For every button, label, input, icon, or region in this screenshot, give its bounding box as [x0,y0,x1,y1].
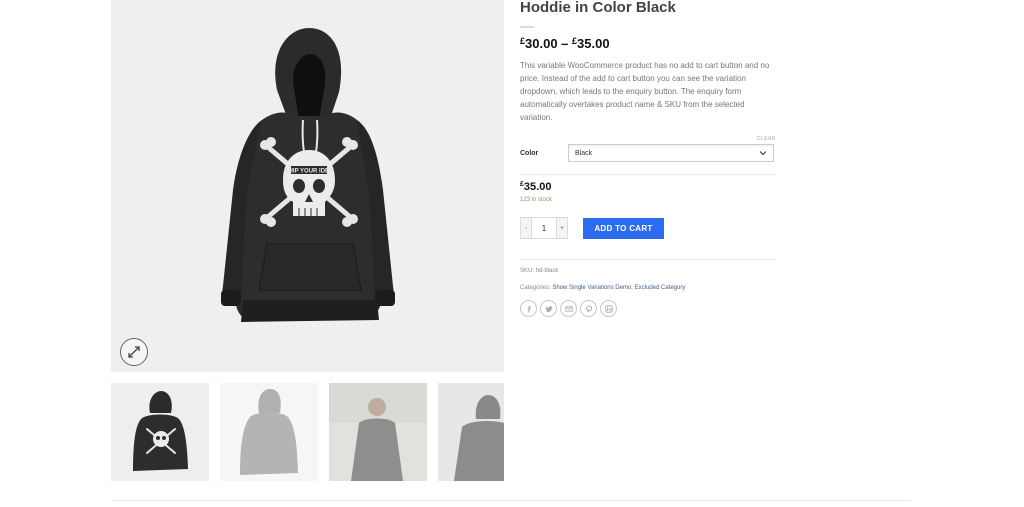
categories-line: Categories: Show Single Variations Demo,… [520,283,776,294]
quantity-plus-button[interactable]: + [557,218,567,238]
thumbnail-grey-hoodie[interactable] [220,383,318,481]
product-title: Hoddie in Color Black [520,0,676,16]
thumbnail-model-photo[interactable] [329,383,427,481]
thumbnail-model-image [329,383,427,481]
variation-price-amount: 35.00 [523,181,552,193]
chevron-down-icon [759,151,767,156]
sku-value: hd-black [535,268,559,274]
share-twitter-button[interactable] [540,300,557,317]
color-select-value: Black [575,149,593,157]
share-facebook-button[interactable] [520,300,537,317]
clear-variation-link[interactable]: CLEAR [520,136,776,142]
add-to-cart-row: - 1 + ADD TO CART [520,217,776,239]
share-email-button[interactable] [560,300,577,317]
variation-price: £35.00 [520,181,776,193]
quantity-minus-button[interactable]: - [521,218,531,238]
price-range: £30.00 – £35.00 [520,36,776,51]
sku-line: SKU: hd-black [520,266,776,277]
hoodie-image: SHIP YOUR IDEA [221,28,395,322]
divider-2 [520,259,776,260]
product-meta: SKU: hd-black Categories: Show Single Va… [520,266,776,294]
share-pinterest-button[interactable] [580,300,597,317]
variation-row: Color Black [520,144,776,162]
quantity-stepper: - 1 + [520,217,568,239]
pinterest-icon [585,304,592,312]
color-select[interactable]: Black [568,144,774,162]
sku-label: SKU: [520,268,535,274]
linkedin-icon [604,304,613,313]
share-linkedin-button[interactable] [600,300,617,317]
product-description: This variable WooCommerce product has no… [520,61,770,122]
twitter-icon [544,305,552,312]
product-summary: Hoddie in Color Black £30.00 – £35.00 Th… [520,0,776,317]
title-divider [520,26,534,28]
price-low: 30.00 [525,36,558,51]
add-to-cart-button[interactable]: ADD TO CART [583,217,664,239]
share-icons [520,300,776,317]
product-main-image[interactable]: SHIP YOUR IDEA [111,0,504,372]
category-link-single-variations[interactable]: Show Single Variations Demo [552,285,631,291]
divider [520,174,776,175]
thumbnail-model-image-2 [454,395,504,481]
email-icon [564,305,573,312]
category-link-excluded[interactable]: Excluded Category [635,285,686,291]
footer-divider [111,500,911,501]
price-high: 35.00 [577,36,610,51]
thumbnail-black-hoodie[interactable] [111,383,209,481]
categories-label: Categories: [520,285,551,291]
expand-icon [128,346,140,358]
price-dash: – [557,36,573,51]
hoodie-print-text: SHIP YOUR IDEA [285,169,334,175]
thumbnail-model-photo-2[interactable] [438,383,504,481]
stock-status: 123 in stock [520,197,553,203]
thumbnail-hoodie-image [133,391,188,471]
variation-label: Color [520,149,539,157]
quantity-input[interactable]: 1 [531,218,557,238]
expand-image-button[interactable] [120,338,148,366]
thumbnail-strip [111,383,504,481]
thumbnail-hoodie-back-image [240,389,298,475]
facebook-icon [527,305,531,312]
